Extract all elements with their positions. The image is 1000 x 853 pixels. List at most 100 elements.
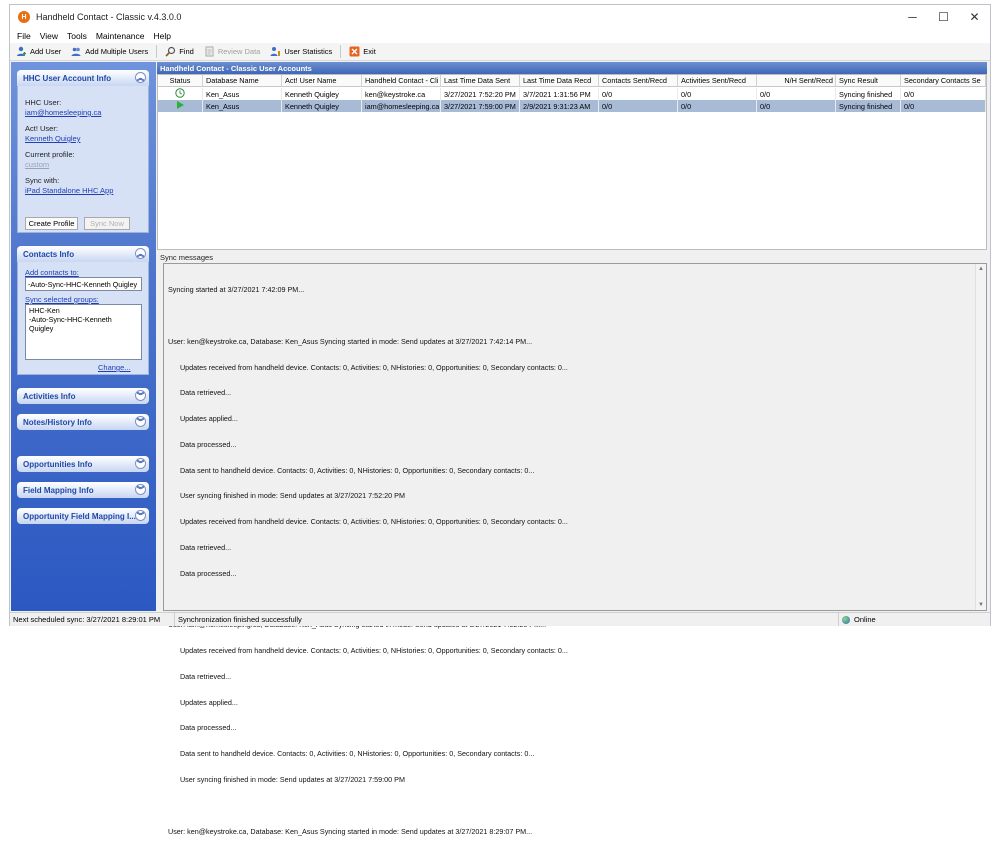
act-user-link[interactable]: Kenneth Quigley xyxy=(25,134,80,143)
sync-groups-list[interactable]: HHC-Ken -Auto-Sync-HHC-Kenneth Quigley xyxy=(25,304,142,360)
chevron-down-icon[interactable]: ︾ xyxy=(135,416,146,427)
current-profile-link[interactable]: custom xyxy=(25,160,49,169)
app-window: H Handheld Contact - Classic v.4.3.0.0 ─… xyxy=(9,4,991,835)
maximize-button[interactable]: ☐ xyxy=(928,5,959,29)
user-accounts-grid: Status Database Name Act! User Name Hand… xyxy=(157,74,987,250)
chevron-down-icon[interactable]: ︾ xyxy=(135,484,146,495)
table-cell[interactable]: 0/0 xyxy=(599,88,678,100)
scroll-down-icon[interactable]: ▼ xyxy=(976,600,986,610)
column-header-last-sent[interactable]: Last Time Data Sent xyxy=(441,75,520,87)
column-header-contacts[interactable]: Contacts Sent/Recd xyxy=(599,75,678,87)
globe-icon xyxy=(842,615,850,624)
add-user-button[interactable]: Add User xyxy=(14,44,63,60)
column-header-act-user[interactable]: Act! User Name xyxy=(282,75,362,87)
sync-log-scrollbar[interactable]: ▲ ▼ xyxy=(975,264,986,610)
add-user-label: Add User xyxy=(30,47,62,56)
table-cell[interactable]: 0/0 xyxy=(678,88,757,100)
table-cell[interactable]: Ken_Asus xyxy=(203,88,282,100)
search-icon xyxy=(165,46,176,57)
menu-maintenance[interactable]: Maintenance xyxy=(96,31,145,41)
log-line: Syncing started at 3/27/2021 7:42:09 PM.… xyxy=(168,285,305,295)
list-item[interactable]: HHC-Ken xyxy=(29,306,138,315)
chevron-down-icon[interactable]: ︾ xyxy=(135,390,146,401)
table-cell[interactable]: ken@keystroke.ca xyxy=(362,88,441,100)
toolbar: Add User Add Multiple Users Find Review … xyxy=(10,43,990,61)
column-header-secondary[interactable]: Secondary Contacts Se xyxy=(901,75,986,87)
menu-help[interactable]: Help xyxy=(154,31,171,41)
table-cell[interactable]: 3/27/2021 7:52:20 PM xyxy=(441,88,520,100)
log-line: Data retrieved... xyxy=(168,671,232,681)
notes-history-panel-title: Notes/History Info xyxy=(23,417,92,427)
status-cell[interactable] xyxy=(158,88,203,100)
chevron-up-icon[interactable]: ︽ xyxy=(135,72,146,83)
log-line: Updates applied... xyxy=(168,697,238,707)
table-cell[interactable]: 2/9/2021 9:31:23 AM xyxy=(520,100,599,112)
review-data-button[interactable]: Review Data xyxy=(202,44,263,60)
column-header-handheld[interactable]: Handheld Contact - Cli xyxy=(362,75,441,87)
user-account-panel-header[interactable]: HHC User Account Info ︽ xyxy=(17,70,149,86)
log-line: Updates received from handheld device. C… xyxy=(168,362,568,372)
column-header-status[interactable]: Status xyxy=(158,75,203,87)
field-mapping-panel-title: Field Mapping Info xyxy=(23,485,94,495)
close-button[interactable]: ✕ xyxy=(959,5,990,29)
table-cell[interactable]: 0/0 xyxy=(599,100,678,112)
hhc-user-link[interactable]: iam@homesleeping.ca xyxy=(25,108,101,117)
sync-messages-log[interactable]: Syncing started at 3/27/2021 7:42:09 PM.… xyxy=(163,263,987,835)
minimize-button[interactable]: ─ xyxy=(897,5,928,29)
scroll-up-icon[interactable]: ▲ xyxy=(976,264,986,274)
add-contacts-input[interactable]: -Auto-Sync-HHC-Kenneth Quigley xyxy=(25,277,142,291)
user-statistics-button[interactable]: User Statistics xyxy=(268,44,334,60)
table-cell[interactable]: 0/0 xyxy=(901,100,986,112)
table-cell[interactable]: 0/0 xyxy=(757,100,836,112)
find-button[interactable]: Find xyxy=(163,44,196,60)
add-multiple-users-button[interactable]: Add Multiple Users xyxy=(69,44,150,60)
opportunity-field-mapping-panel-header[interactable]: Opportunity Field Mapping I... ︾ xyxy=(17,508,149,524)
field-mapping-panel-header[interactable]: Field Mapping Info ︾ xyxy=(17,482,149,498)
table-cell[interactable]: 0/0 xyxy=(757,88,836,100)
table-cell[interactable]: Kenneth Quigley xyxy=(282,88,362,100)
contacts-panel-header[interactable]: Contacts Info ︽ xyxy=(17,246,149,262)
online-status: Online xyxy=(839,613,909,626)
activities-panel-title: Activities Info xyxy=(23,391,76,401)
table-cell[interactable]: 0/0 xyxy=(901,88,986,100)
notes-history-panel-header[interactable]: Notes/History Info ︾ xyxy=(17,414,149,430)
change-groups-link[interactable]: Change... xyxy=(98,363,131,372)
table-cell[interactable]: iam@homesleeping.ca xyxy=(362,100,441,112)
column-header-nh[interactable]: N/H Sent/Recd xyxy=(757,75,836,87)
table-cell[interactable]: 3/27/2021 7:59:00 PM xyxy=(441,100,520,112)
table-cell[interactable]: Kenneth Quigley xyxy=(282,100,362,112)
title-bar: H Handheld Contact - Classic v.4.3.0.0 ─… xyxy=(10,5,990,29)
log-line: Data retrieved... xyxy=(168,543,232,552)
online-status-label: Online xyxy=(854,615,876,624)
menu-tools[interactable]: Tools xyxy=(67,31,87,41)
user-account-panel-title: HHC User Account Info xyxy=(23,73,112,83)
list-item[interactable]: Quigley xyxy=(29,324,138,333)
table-cell[interactable]: Syncing finished xyxy=(836,88,901,100)
opportunities-panel-header[interactable]: Opportunities Info ︾ xyxy=(17,456,149,472)
column-header-activities[interactable]: Activities Sent/Recd xyxy=(678,75,757,87)
create-profile-button[interactable]: Create Profile xyxy=(25,217,78,230)
grid-title: Handheld Contact - Classic User Accounts xyxy=(157,62,987,74)
find-label: Find xyxy=(179,47,194,56)
chevron-down-icon[interactable]: ︾ xyxy=(135,510,146,521)
column-header-database[interactable]: Database Name xyxy=(203,75,282,87)
table-cell[interactable]: 3/7/2021 1:31:56 PM xyxy=(520,88,599,100)
table-cell[interactable]: Syncing finished xyxy=(836,100,901,112)
sync-with-link[interactable]: iPad Standalone HHC App xyxy=(25,186,113,195)
column-header-sync-result[interactable]: Sync Result xyxy=(836,75,901,87)
sync-now-button[interactable]: Sync Now xyxy=(84,217,130,230)
chevron-down-icon[interactable]: ︾ xyxy=(135,458,146,469)
column-header-last-recd[interactable]: Last Time Data Recd xyxy=(520,75,599,87)
exit-button[interactable]: Exit xyxy=(347,44,378,60)
chevron-up-icon[interactable]: ︽ xyxy=(135,248,146,259)
status-cell[interactable] xyxy=(158,100,203,112)
log-line: Data retrieved... xyxy=(168,388,232,398)
activities-panel-header[interactable]: Activities Info ︾ xyxy=(17,388,149,404)
table-cell[interactable]: Ken_Asus xyxy=(203,100,282,112)
table-cell[interactable]: 0/0 xyxy=(678,100,757,112)
add-contacts-label: Add contacts to: xyxy=(25,268,79,277)
menu-view[interactable]: View xyxy=(40,31,58,41)
list-item[interactable]: -Auto-Sync-HHC-Kenneth xyxy=(29,315,138,324)
menu-file[interactable]: File xyxy=(17,31,31,41)
act-user-label: Act! User: xyxy=(25,124,58,133)
